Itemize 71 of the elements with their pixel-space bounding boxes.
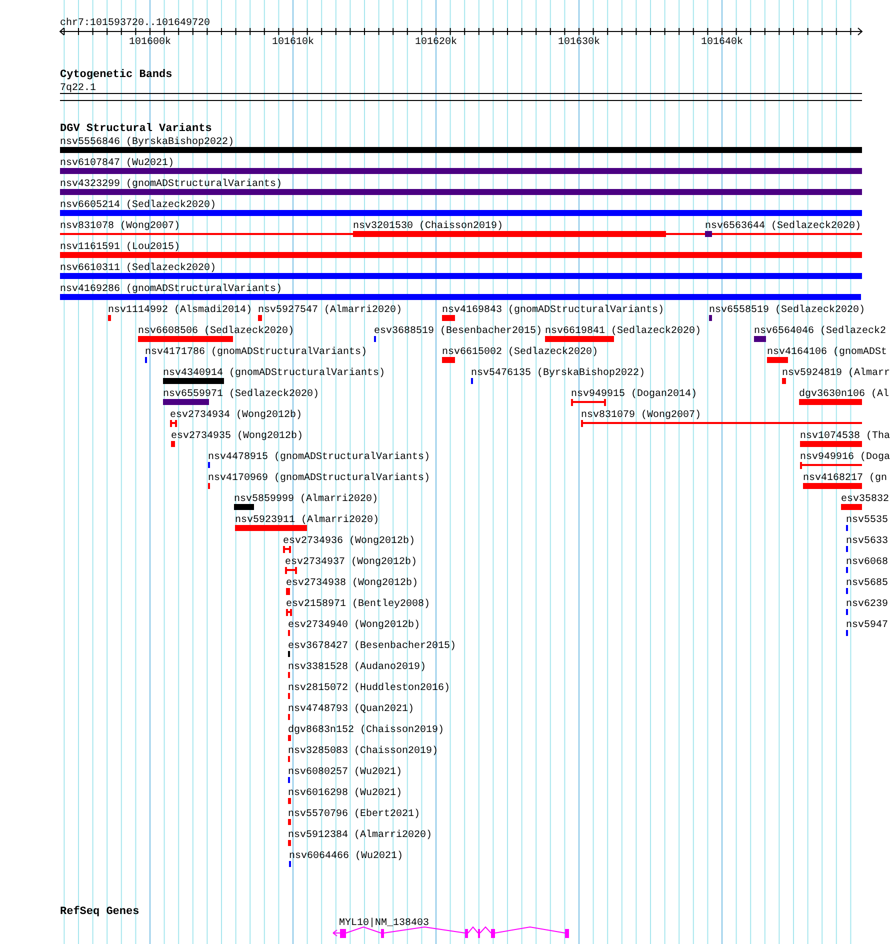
variant-label: nsv1074538 (Tha <box>800 431 890 442</box>
variant-label: nsv6080257 (Wu2021) <box>288 767 402 778</box>
variant-label: esv2734934 (Wong2012b) <box>170 410 302 421</box>
variant-label: nsv3381528 (Audano2019) <box>288 662 426 673</box>
variant-label: nsv1114992 (Alsmadi2014) <box>108 305 252 316</box>
variant-label: esv2734936 (Wong2012b) <box>283 536 416 547</box>
variant-label: nsv6064466 (Wu2021) <box>289 851 404 862</box>
variant-label: nsv4323299 (gnomADStructuralVariants) <box>60 179 282 190</box>
band-label: 7q22.1 <box>60 83 96 94</box>
variant-label: nsv5859999 (Almarri2020) <box>234 494 378 505</box>
variant-label: nsv4171786 (gnomADStructuralVariants) <box>145 347 368 358</box>
variant-label: dgv3630n106 (Al <box>799 389 890 400</box>
variant-label: esv2734937 (Wong2012b) <box>285 557 418 568</box>
variant-label: nsv4340914 (gnomADStructuralVariants) <box>163 368 386 379</box>
variant-label: nsv5923911 (Almarri2020) <box>235 515 380 526</box>
variant-label: nsv6619841 (Sedlazeck2020) <box>545 326 702 337</box>
variant-label: nsv6107847 (Wu2021) <box>60 158 174 169</box>
variant-label: nsv4748793 (Quan2021) <box>288 704 414 715</box>
variant-label: nsv831078 (Wong2007) <box>60 221 180 232</box>
variant-label: nsv4478915 (gnomADStructuralVariants) <box>208 452 430 463</box>
variant-label: nsv6605214 (Sedlazeck2020) <box>60 200 216 211</box>
variant-label: esv2158971 (Bentley2008) <box>286 599 430 610</box>
track-title: RefSeq Genes <box>60 906 140 918</box>
variant-label: esv2734938 (Wong2012b) <box>286 578 418 589</box>
variant-label: nsv6564046 (Sedlazeck2 <box>754 326 886 337</box>
region-title: chr7:101593720..101649720 <box>60 18 210 29</box>
variant-label: nsv5556846 (ByrskaBishop2022) <box>60 137 234 148</box>
track-title: Cytogenetic Bands <box>60 69 172 81</box>
variant-label: nsv4169286 (gnomADStructuralVariants) <box>60 284 282 295</box>
tick-label: 101620k <box>415 37 457 48</box>
variant-label: nsv1161591 (Lou2015) <box>60 242 180 253</box>
variant-label: nsv4164106 (gnomADSt <box>767 347 888 358</box>
variant-label: nsv4169843 (gnomADStructuralVariants) <box>442 305 664 316</box>
variant-label: nsv949915 (Dogan2014) <box>571 389 698 400</box>
variant-label: nsv6608506 (Sedlazeck2020) <box>138 326 294 337</box>
gene-label: MYL10|NM_138403 <box>339 918 430 929</box>
variant-label: nsv5633 <box>846 536 888 547</box>
variant-label: nsv6068 <box>846 557 888 568</box>
tick-label: 101610k <box>272 37 314 48</box>
variant-label: esv2734935 (Wong2012b) <box>171 431 304 442</box>
variant-label: nsv6016298 (Wu2021) <box>288 788 402 799</box>
variant-label: esv35832 <box>841 494 890 505</box>
tick-label: 101600k <box>129 37 171 48</box>
variant-label: nsv5570796 (Ebert2021) <box>288 809 420 820</box>
variant-label: nsv5924819 (Almarr <box>782 368 890 379</box>
variant-label: nsv6610311 (Sedlazeck2020) <box>60 263 216 274</box>
variant-label: esv3678427 (Besenbacher2015) <box>288 641 456 652</box>
track-title: DGV Structural Variants <box>60 123 212 135</box>
variant-label: nsv6239 <box>846 599 888 610</box>
variant-label: nsv4170969 (gnomADStructuralVariants) <box>208 473 430 484</box>
variant-label: nsv6559971 (Sedlazeck2020) <box>163 389 320 400</box>
tick-label: 101630k <box>558 37 600 48</box>
variant-label: nsv3201530 (Chaisson2019) <box>353 221 504 232</box>
variant-label: nsv831079 (Wong2007) <box>581 410 702 421</box>
variant-label: nsv3285083 (Chaisson2019) <box>288 746 438 757</box>
variant-label: nsv5947 <box>846 620 888 631</box>
variant-label: nsv2815072 (Huddleston2016) <box>288 683 450 694</box>
variant-label: esv3688519 (Besenbacher2015) <box>374 326 542 337</box>
variant-label: nsv5685 <box>846 578 888 589</box>
variant-label: nsv6615002 (Sedlazeck2020) <box>442 347 598 358</box>
variant-label: dgv8683n152 (Chaisson2019) <box>288 725 444 736</box>
variant-label: nsv5476135 (ByrskaBishop2022) <box>471 368 646 379</box>
variant-label: nsv6558519 (Sedlazeck2020) <box>709 305 866 316</box>
variant-label: nsv949916 (Doga <box>800 452 890 463</box>
variant-label: nsv5912384 (Almarri2020) <box>288 830 432 841</box>
variant-label: nsv6563644 (Sedlazeck2020) <box>705 221 862 232</box>
variant-label: esv2734940 (Wong2012b) <box>288 620 420 631</box>
variant-label: nsv5927547 (Almarri2020) <box>258 305 402 316</box>
tick-label: 101640k <box>701 37 743 48</box>
variant-label: nsv5535 <box>846 515 888 526</box>
variant-label: nsv4168217 (gn <box>803 473 888 484</box>
